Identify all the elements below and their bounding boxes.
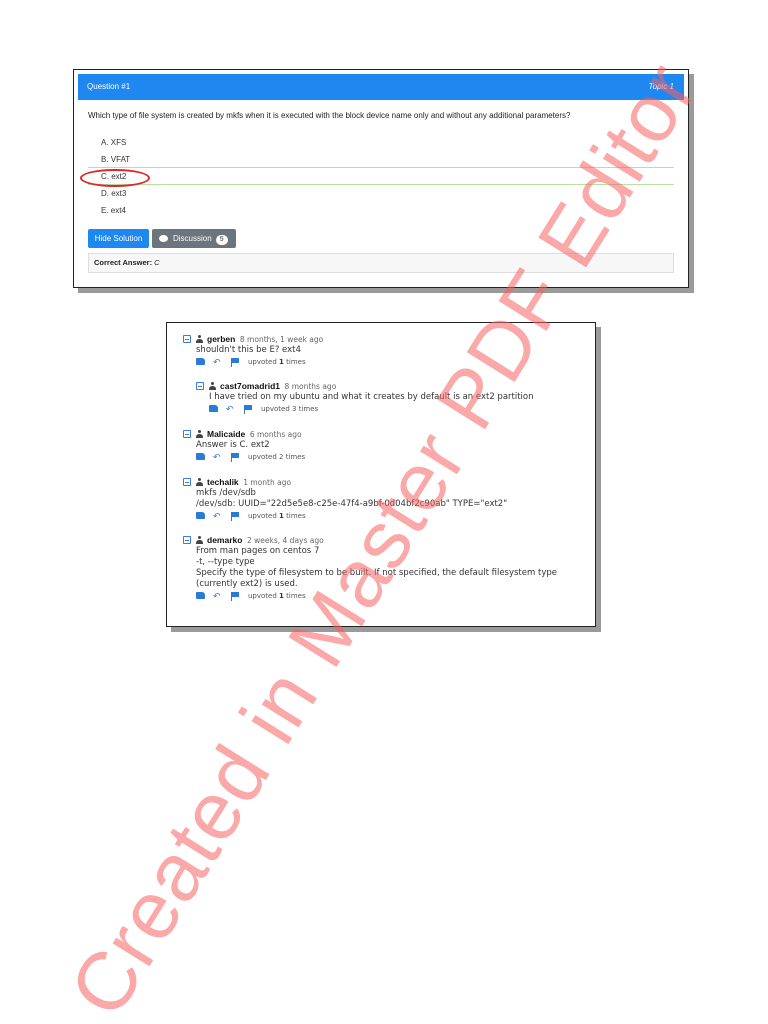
reply-icon[interactable]: ↶ <box>213 593 223 602</box>
comment-username[interactable]: Malicaide <box>207 429 245 439</box>
collapse-icon[interactable] <box>183 430 191 438</box>
choice-a[interactable]: A. XFS <box>101 138 126 147</box>
collapse-icon[interactable] <box>196 382 204 390</box>
comment-username[interactable]: cast7omadrid1 <box>220 381 280 391</box>
upvote-count: upvoted 1 times <box>248 358 306 366</box>
reply-icon[interactable]: ↶ <box>213 513 223 522</box>
choice-e[interactable]: E. ext4 <box>101 206 126 215</box>
discussion-button[interactable]: Discussion 5 <box>152 229 236 248</box>
choice-b[interactable]: B. VFAT <box>101 155 130 164</box>
reply-icon[interactable]: ↶ <box>213 359 223 368</box>
user-icon <box>209 382 216 390</box>
comment-actions: ↶ upvoted 1 times <box>196 356 323 368</box>
thumbs-up-icon[interactable] <box>196 358 205 365</box>
thumbs-up-icon[interactable] <box>196 592 205 599</box>
comment-body-line: Answer is C. ext2 <box>196 440 270 450</box>
comment-actions: ↶ upvoted 2 times <box>196 451 305 463</box>
comment: gerben 8 months, 1 week ago shouldn't th… <box>183 333 323 368</box>
collapse-icon[interactable] <box>183 536 191 544</box>
flag-icon[interactable] <box>231 453 240 462</box>
upvote-count: upvoted 1 times <box>248 512 306 520</box>
chat-bubble-icon <box>159 235 168 242</box>
comment-time: 2 weeks, 4 days ago <box>246 536 324 545</box>
correct-answer-value: C <box>154 258 160 267</box>
choice-d[interactable]: D. ext3 <box>101 189 126 198</box>
user-icon <box>196 478 203 486</box>
flag-icon[interactable] <box>244 405 253 414</box>
flag-icon[interactable] <box>231 592 240 601</box>
discussion-label: Discussion <box>173 234 212 243</box>
hide-solution-button[interactable]: Hide Solution <box>88 229 149 248</box>
discussion-count-badge: 5 <box>215 235 228 245</box>
comment-time: 6 months ago <box>249 430 302 439</box>
thumbs-up-icon[interactable] <box>209 405 218 412</box>
flag-icon[interactable] <box>231 512 240 521</box>
collapse-icon[interactable] <box>183 335 191 343</box>
flag-icon[interactable] <box>231 358 240 367</box>
reply-icon[interactable]: ↶ <box>213 454 223 463</box>
highlight-circle <box>80 169 150 187</box>
question-header: Question #1 Topic 1 <box>78 74 684 100</box>
upvote-count: upvoted 3 times <box>261 405 319 413</box>
comment-time: 8 months, 1 week ago <box>239 335 324 344</box>
thumbs-up-icon[interactable] <box>196 512 205 519</box>
collapse-icon[interactable] <box>183 478 191 486</box>
comment-time: 1 month ago <box>243 478 292 487</box>
comment-body-line: shouldn't this be E? ext4 <box>196 345 301 355</box>
comment-username[interactable]: demarko <box>207 535 242 545</box>
comment-time: 8 months ago <box>284 382 337 391</box>
thumbs-up-icon[interactable] <box>196 453 205 460</box>
upvote-count: upvoted 2 times <box>248 453 306 461</box>
reply-icon[interactable]: ↶ <box>226 406 236 415</box>
user-icon <box>196 536 203 544</box>
comment: Malicaide 6 months ago Answer is C. ext2… <box>183 428 305 463</box>
question-text: Which type of file system is created by … <box>88 111 571 120</box>
question-title: Question #1 <box>87 82 131 91</box>
user-icon <box>196 335 203 343</box>
correct-answer-label: Correct Answer: <box>94 258 153 267</box>
comment-username[interactable]: gerben <box>207 334 235 344</box>
user-icon <box>196 430 203 438</box>
comment-username[interactable]: techalik <box>207 477 239 487</box>
